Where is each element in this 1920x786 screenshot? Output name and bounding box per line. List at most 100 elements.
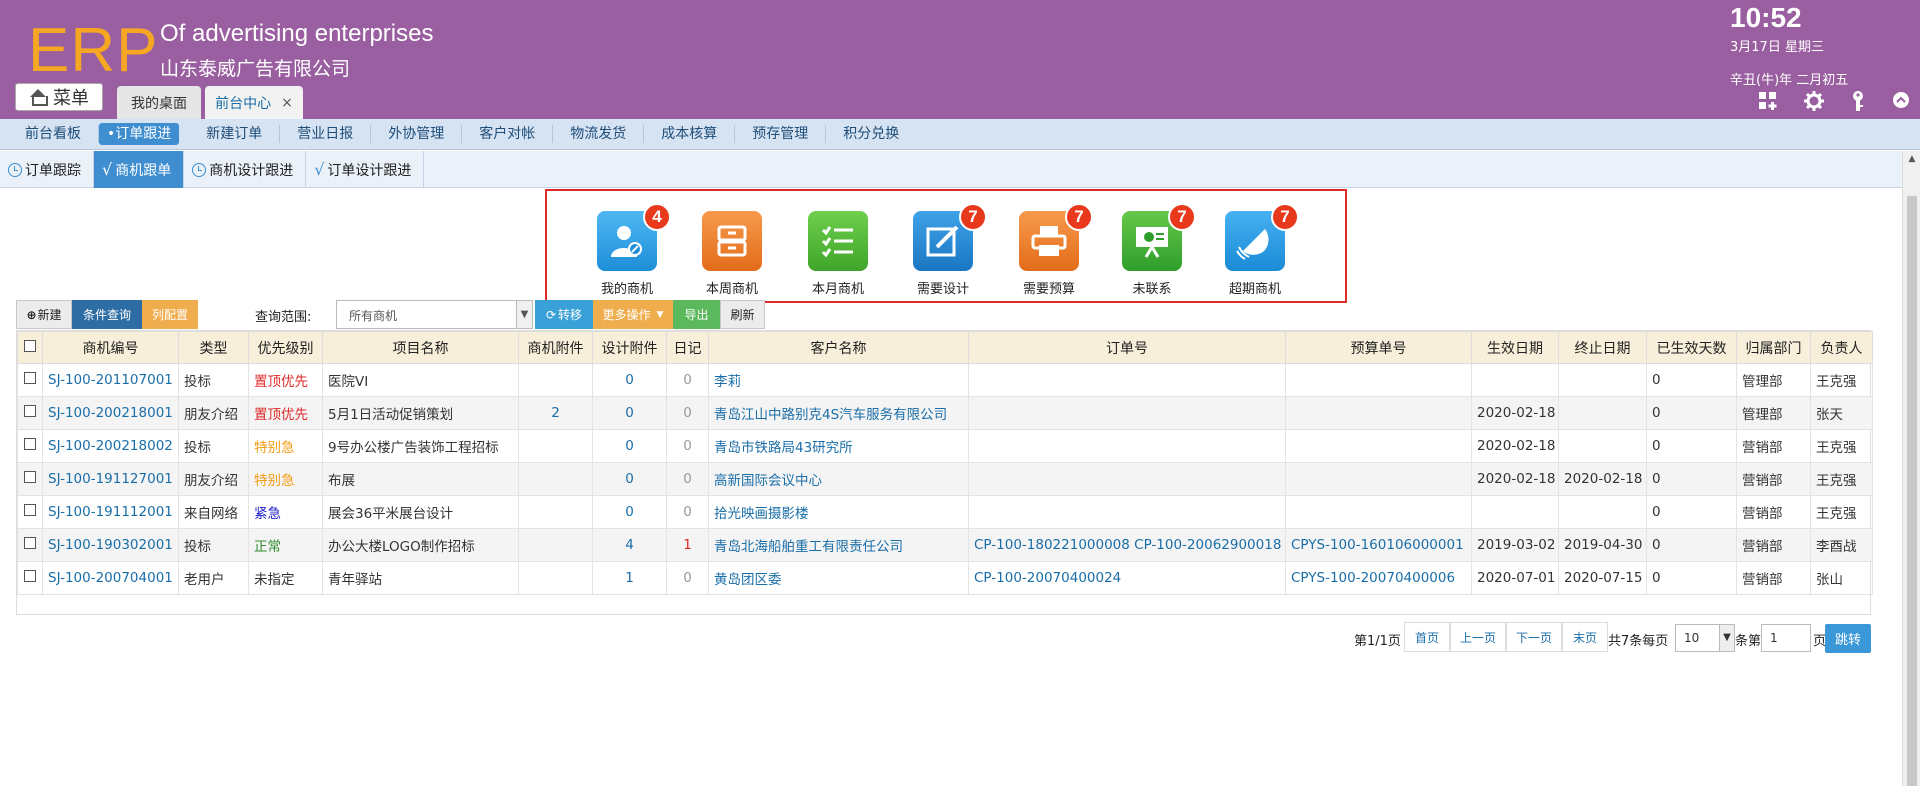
quick-my-opportunities[interactable]: 4 我的商机 [582, 203, 672, 297]
checkbox[interactable] [24, 504, 36, 516]
cell-budget-no[interactable] [1285, 495, 1472, 529]
column-header[interactable]: 已生效天数 [1646, 331, 1737, 364]
column-config-button[interactable]: 列配置 [142, 300, 198, 329]
cell-customer-name[interactable]: 李莉 [708, 363, 969, 397]
nav-item-front-board[interactable]: 前台看板 [8, 125, 99, 143]
nav-item-new-order[interactable]: 新建订单 [189, 125, 281, 143]
tab-opportunity-design[interactable]: 商机设计跟进 [184, 151, 307, 188]
cell-budget-no[interactable]: CPYS-100-160106000001 [1285, 528, 1472, 562]
quick-need-budget[interactable]: 7 需要预算 [1004, 203, 1094, 297]
column-header[interactable]: 优先级别 [248, 331, 323, 364]
cell-order-no[interactable] [968, 396, 1286, 430]
cell-opportunity-id[interactable]: SJ-100-201107001 [42, 363, 179, 397]
cell-budget-no[interactable] [1285, 462, 1472, 496]
cell-order-no[interactable]: CP-100-20070400024 [968, 561, 1286, 595]
cell-opportunity-id[interactable]: SJ-100-191112001 [42, 495, 179, 529]
checkbox[interactable] [24, 570, 36, 582]
scroll-up-icon[interactable]: ▲ [1903, 151, 1920, 167]
cell-customer-name[interactable]: 高新国际会议中心 [708, 462, 969, 496]
gear-icon[interactable] [1803, 90, 1825, 112]
tab-order-design[interactable]: √ 订单设计跟进 [306, 151, 425, 188]
cell-customer-name[interactable]: 青岛市铁路局43研究所 [708, 429, 969, 463]
cell-opp-attachments[interactable] [518, 363, 593, 397]
cell-customer-name[interactable]: 青岛江山中路别克4S汽车服务有限公司 [708, 396, 969, 430]
cell-budget-no[interactable] [1285, 396, 1472, 430]
table-row[interactable]: SJ-100-200218001 朋友介绍 置顶优先 5月1日活动促销策划 2 0 0 青岛江… [17, 396, 1873, 430]
key-icon[interactable] [1847, 90, 1869, 112]
quick-this-month[interactable]: 本月商机 [793, 211, 883, 297]
first-page-button[interactable]: 首页 [1404, 622, 1450, 652]
table-row[interactable]: SJ-100-191127001 朋友介绍 特别急 布展 0 0 高新国际会议中心 2020-… [17, 462, 1873, 496]
checkbox[interactable] [24, 471, 36, 483]
window-tab-desktop[interactable]: 我的桌面 [117, 86, 201, 119]
nav-item-cost-accounting[interactable]: 成本核算 [644, 125, 736, 143]
cell-customer-name[interactable]: 黄岛团区委 [708, 561, 969, 595]
cell-opp-attachments[interactable] [518, 561, 593, 595]
row-checkbox-cell[interactable] [17, 528, 43, 562]
scrollbar-thumb[interactable] [1907, 196, 1917, 786]
next-page-button[interactable]: 下一页 [1506, 622, 1562, 652]
window-tab-front-center[interactable]: 前台中心 × [205, 86, 303, 119]
last-page-button[interactable]: 末页 [1562, 622, 1608, 652]
cell-order-no[interactable]: CP-100-180221000008 CP-100-20062900018 [968, 528, 1286, 562]
new-button[interactable]: ⊕ 新建 [16, 300, 72, 329]
table-row[interactable]: SJ-100-191112001 来自网络 紧急 展会36平米展台设计 0 0 拾光映画摄影… [17, 495, 1873, 529]
grid-icon[interactable] [1757, 90, 1779, 112]
cell-customer-name[interactable]: 拾光映画摄影楼 [708, 495, 969, 529]
cell-design-attachments[interactable]: 1 [592, 561, 667, 595]
menu-button[interactable]: 菜单 [15, 83, 103, 111]
vertical-scrollbar[interactable]: ▲ [1902, 151, 1920, 786]
cell-opp-attachments[interactable] [518, 495, 593, 529]
nav-item-outsourcing[interactable]: 外协管理 [371, 125, 463, 143]
nav-item-customer-reconcile[interactable]: 客户对帐 [462, 125, 554, 143]
cell-design-attachments[interactable]: 0 [592, 462, 667, 496]
nav-item-logistics[interactable]: 物流发货 [553, 125, 645, 143]
goto-page-input[interactable]: 1 [1761, 624, 1811, 652]
nav-item-order-follow[interactable]: •订单跟进 [99, 123, 180, 145]
cell-opportunity-id[interactable]: SJ-100-200218001 [42, 396, 179, 430]
row-checkbox-cell[interactable] [17, 396, 43, 430]
checkbox[interactable] [24, 372, 36, 384]
cell-order-no[interactable] [968, 429, 1286, 463]
tab-order-tracking[interactable]: 订单跟踪 [0, 151, 94, 188]
row-checkbox-cell[interactable] [17, 429, 43, 463]
column-header[interactable]: 预算单号 [1285, 331, 1472, 364]
row-checkbox-cell[interactable] [17, 561, 43, 595]
condition-query-button[interactable]: 条件查询 [72, 300, 142, 329]
table-row[interactable]: SJ-100-200704001 老用户 未指定 青年驿站 1 0 黄岛团区委 CP-100-… [17, 561, 1873, 595]
nav-item-deposit[interactable]: 预存管理 [735, 125, 827, 143]
collapse-icon[interactable] [1890, 90, 1912, 112]
close-icon[interactable]: × [281, 95, 293, 111]
cell-design-attachments[interactable]: 0 [592, 429, 667, 463]
select-all-checkbox[interactable] [17, 331, 43, 364]
column-header[interactable]: 商机编号 [42, 331, 179, 364]
transfer-button[interactable]: ⟳ 转移 [535, 300, 593, 329]
quick-need-design[interactable]: 7 需要设计 [898, 203, 988, 297]
column-header[interactable]: 订单号 [968, 331, 1286, 364]
query-range-select[interactable]: 所有商机 ▼ [336, 300, 533, 329]
cell-order-no[interactable] [968, 462, 1286, 496]
checkbox[interactable] [24, 339, 36, 352]
quick-not-contacted[interactable]: 7 未联系 [1107, 203, 1197, 297]
column-header[interactable]: 客户名称 [708, 331, 969, 364]
cell-design-attachments[interactable]: 0 [592, 396, 667, 430]
column-header[interactable]: 项目名称 [322, 331, 519, 364]
export-button[interactable]: 导出 [673, 300, 720, 329]
checkbox[interactable] [24, 537, 36, 549]
column-header[interactable]: 终止日期 [1558, 331, 1647, 364]
cell-design-attachments[interactable]: 4 [592, 528, 667, 562]
prev-page-button[interactable]: 上一页 [1450, 622, 1506, 652]
checkbox[interactable] [24, 438, 36, 450]
cell-order-no[interactable] [968, 495, 1286, 529]
cell-design-attachments[interactable]: 0 [592, 495, 667, 529]
table-row[interactable]: SJ-100-200218002 投标 特别急 9号办公楼广告装饰工程招标 0 0 青岛市铁… [17, 429, 1873, 463]
column-header[interactable]: 类型 [178, 331, 249, 364]
row-checkbox-cell[interactable] [17, 495, 43, 529]
quick-overdue[interactable]: 7 超期商机 [1210, 203, 1300, 297]
cell-opportunity-id[interactable]: SJ-100-190302001 [42, 528, 179, 562]
cell-opportunity-id[interactable]: SJ-100-200704001 [42, 561, 179, 595]
column-header[interactable]: 负责人 [1810, 331, 1873, 364]
cell-opportunity-id[interactable]: SJ-100-200218002 [42, 429, 179, 463]
row-checkbox-cell[interactable] [17, 462, 43, 496]
cell-budget-no[interactable] [1285, 363, 1472, 397]
